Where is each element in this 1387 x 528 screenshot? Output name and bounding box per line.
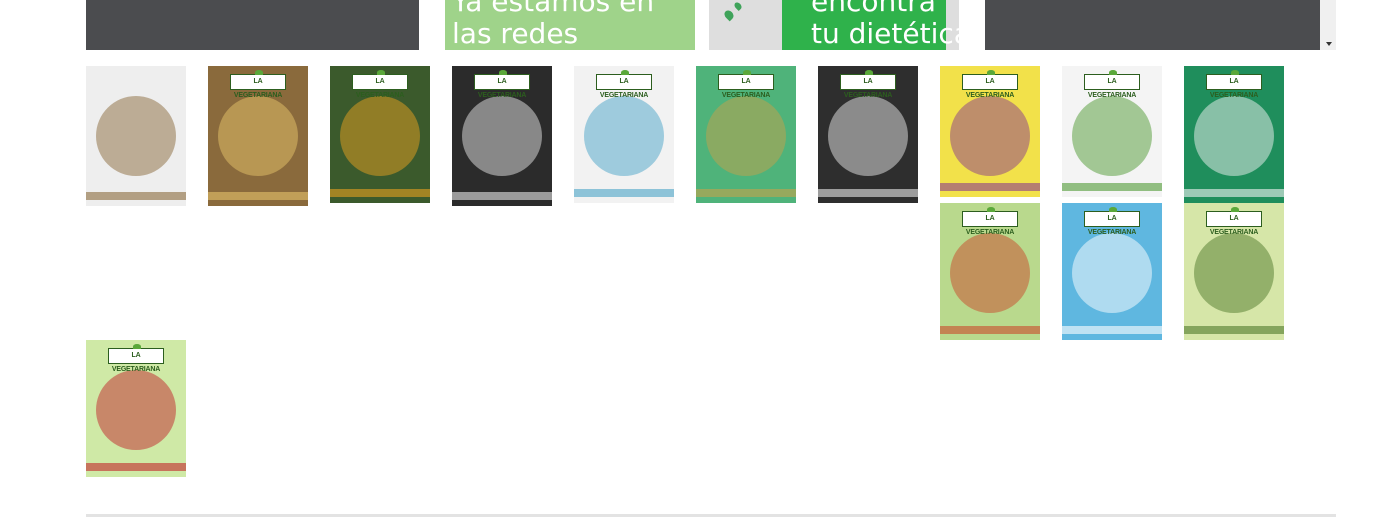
brand-logo-text: LA VEGETARIANA <box>1087 215 1137 236</box>
magazine-cover-antioxidantes[interactable]: LA VEGETARIANA <box>330 66 430 203</box>
cover-artwork <box>828 96 908 176</box>
brand-logo: LA VEGETARIANA <box>962 207 1018 236</box>
brand-logo-text: LA VEGETARIANA <box>1209 215 1259 236</box>
banner-dietetica[interactable]: encontrá tu dietética <box>709 0 959 50</box>
cover-artwork <box>340 96 420 176</box>
scrollbar[interactable] <box>1320 0 1336 50</box>
brand-logo-text: LA VEGETARIANA <box>233 78 283 99</box>
brand-logo-text: LA VEGETARIANA <box>1087 78 1137 99</box>
magazine-cover-saludable[interactable]: LA VEGETARIANA <box>940 203 1040 340</box>
brand-logo-text: LA VEGETARIANA <box>599 78 649 99</box>
brand-logo: LA VEGETARIANA <box>352 70 408 99</box>
magazine-cover-avena[interactable]: LA VEGETARIANA <box>208 66 308 206</box>
cover-footer-band <box>696 189 796 197</box>
banner-left-dark[interactable] <box>86 0 419 50</box>
cover-footer-band <box>574 189 674 197</box>
cover-footer-band <box>818 189 918 197</box>
scroll-down-arrow-icon[interactable] <box>1326 42 1332 46</box>
map-pin-small-icon <box>733 1 743 11</box>
banner-redes[interactable]: Ya estamos en las redes <box>445 0 695 50</box>
brand-logo-text: LA VEGETARIANA <box>721 78 771 99</box>
magazine-cover-vegetales[interactable]: LA VEGETARIANA <box>1062 66 1162 197</box>
brand-logo-text: LA VEGETARIANA <box>1209 78 1259 99</box>
cover-footer-band <box>940 326 1040 334</box>
magazine-cover-agua[interactable]: LA VEGETARIANA <box>1062 203 1162 340</box>
cover-artwork <box>1194 96 1274 176</box>
cover-artwork <box>1072 96 1152 176</box>
banner-right-dark[interactable] <box>985 0 1320 50</box>
magazine-cover-economias-solidarias[interactable]: LA VEGETARIANA <box>1184 66 1284 203</box>
brand-logo-text: LA VEGETARIANA <box>355 78 405 99</box>
cover-artwork <box>706 96 786 176</box>
cover-footer-band <box>1062 326 1162 334</box>
cover-footer-band <box>86 192 186 200</box>
brand-logo: LA VEGETARIANA <box>962 70 1018 99</box>
cover-footer-band <box>452 192 552 200</box>
cover-footer-band <box>330 189 430 197</box>
cover-artwork <box>1194 233 1274 313</box>
magazine-cover-semillas[interactable]: LA VEGETARIANA <box>696 66 796 203</box>
brand-logo-text: LA VEGETARIANA <box>477 78 527 99</box>
cover-footer-band <box>86 463 186 471</box>
cover-footer-band <box>208 192 308 200</box>
banner-redes-text: Ya estamos en las redes <box>452 0 655 50</box>
magazine-cover-espirulina[interactable]: LA VEGETARIANA <box>452 66 552 206</box>
brand-logo-text: LA VEGETARIANA <box>111 352 161 373</box>
brand-logo: LA VEGETARIANA <box>1084 207 1140 236</box>
brand-logo: LA VEGETARIANA <box>108 344 164 373</box>
cover-footer-band <box>1062 183 1162 191</box>
magazine-cover-bueno-y-barato[interactable]: LA VEGETARIANA <box>940 66 1040 197</box>
magazine-cover-verde[interactable]: LA VEGETARIANA <box>1184 203 1284 340</box>
brand-logo: LA VEGETARIANA <box>718 70 774 99</box>
magazine-cover-leches-vegetales[interactable]: LA VEGETARIANA <box>818 66 918 203</box>
banner-dietetica-text: encontrá tu dietética <box>811 0 959 50</box>
brand-logo: LA VEGETARIANA <box>596 70 652 99</box>
magazine-cover-pan[interactable] <box>86 66 186 206</box>
map-pin-icon <box>722 8 736 22</box>
brand-logo: LA VEGETARIANA <box>1084 70 1140 99</box>
cover-artwork <box>218 96 298 176</box>
magazine-cover-nutraceuticos[interactable]: LA VEGETARIANA <box>574 66 674 203</box>
brand-logo: LA VEGETARIANA <box>840 70 896 99</box>
cover-footer-band <box>1184 326 1284 334</box>
brand-logo: LA VEGETARIANA <box>474 70 530 99</box>
brand-logo: LA VEGETARIANA <box>1206 70 1262 99</box>
cover-footer-band <box>1184 189 1284 197</box>
brand-logo: LA VEGETARIANA <box>230 70 286 99</box>
cover-artwork <box>584 96 664 176</box>
cover-footer-band <box>940 183 1040 191</box>
cover-artwork <box>462 96 542 176</box>
brand-logo-text: LA VEGETARIANA <box>965 215 1015 236</box>
cover-artwork <box>950 96 1030 176</box>
brand-logo-text: LA VEGETARIANA <box>843 78 893 99</box>
cover-artwork <box>950 233 1030 313</box>
brand-logo-text: LA VEGETARIANA <box>965 78 1015 99</box>
cover-artwork <box>96 370 176 450</box>
cover-artwork <box>1072 233 1152 313</box>
footer-divider <box>86 514 1336 517</box>
cover-artwork <box>96 96 176 176</box>
brand-logo: LA VEGETARIANA <box>1206 207 1262 236</box>
magazine-cover-techos-verdes[interactable]: LA VEGETARIANA <box>86 340 186 477</box>
